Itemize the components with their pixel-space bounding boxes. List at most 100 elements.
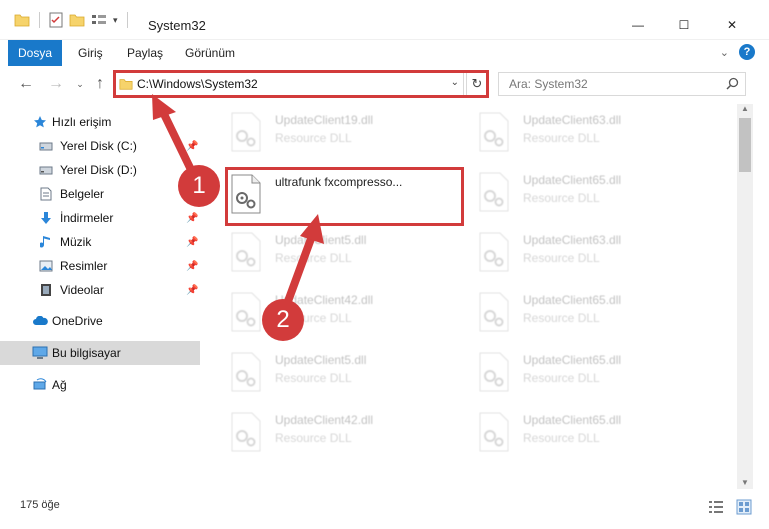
tab-file[interactable]: Dosya <box>8 40 62 66</box>
folder-icon[interactable] <box>14 13 30 27</box>
sidebar-item-label: Videolar <box>60 283 104 297</box>
file-type: Resource DLL <box>275 251 352 265</box>
properties-icon[interactable] <box>49 12 63 28</box>
details-view-icon[interactable] <box>708 500 724 514</box>
pictures-icon <box>38 258 54 274</box>
videos-icon <box>38 282 54 298</box>
view-options-icon[interactable] <box>91 13 107 27</box>
pin-icon[interactable]: 📌 <box>186 213 198 224</box>
pin-icon[interactable]: 📌 <box>186 285 198 296</box>
sidebar-item-downloads[interactable]: İndirmeler 📌 <box>0 206 200 230</box>
file-item[interactable]: UpdateClient19.dll Resource DLL <box>229 110 469 160</box>
file-type: Resource DLL <box>523 371 600 385</box>
music-icon <box>38 234 54 250</box>
file-type: Resource DLL <box>275 371 352 385</box>
toolbar-divider <box>39 12 40 28</box>
sidebar-item-this-pc[interactable]: Bu bilgisayar <box>0 341 200 365</box>
new-folder-icon[interactable] <box>69 13 85 27</box>
file-item[interactable]: UpdateClient63.dll Resource DLL <box>477 230 717 280</box>
sidebar-item-label: Bu bilgisayar <box>52 346 121 360</box>
file-item[interactable]: UpdateClient65.dll Resource DLL <box>477 290 717 340</box>
dll-file-icon <box>231 412 261 452</box>
sidebar-item-quick-access[interactable]: Hızlı erişim <box>0 110 200 134</box>
sidebar-item-onedrive[interactable]: OneDrive <box>0 309 200 333</box>
step-2-badge: 2 <box>262 299 304 341</box>
customize-toolbar-chevron-icon[interactable]: ▾ <box>113 15 118 26</box>
back-arrow-icon[interactable]: ← <box>16 74 36 94</box>
file-type: Resource DLL <box>275 131 352 145</box>
navigation-pane: Hızlı erişim Yerel Disk (C:) 📌 Yerel Dis… <box>0 104 205 489</box>
file-item[interactable]: UpdateClient5.dll Resource DLL <box>229 350 469 400</box>
dll-file-icon <box>479 412 509 452</box>
vertical-scrollbar[interactable]: ▲ ▼ <box>737 104 753 489</box>
search-input[interactable]: Ara: System32 <box>498 72 746 96</box>
file-name: UpdateClient63.dll <box>523 233 622 247</box>
sidebar-item-label: OneDrive <box>52 314 103 328</box>
minimize-button[interactable]: — <box>615 10 661 40</box>
pin-icon[interactable]: 📌 <box>186 261 198 272</box>
sidebar-item-label: Yerel Disk (C:) <box>60 139 137 153</box>
star-icon <box>32 114 48 130</box>
cloud-icon <box>32 313 48 329</box>
pin-icon[interactable]: 📌 <box>186 237 198 248</box>
toolbar-divider <box>126 12 128 28</box>
file-list: UpdateClient19.dll Resource DLL UpdateCl… <box>205 104 737 489</box>
large-icons-view-icon[interactable] <box>736 499 752 515</box>
sidebar-item-local-disk-d[interactable]: Yerel Disk (D:) <box>0 158 200 182</box>
sidebar-item-label: Resimler <box>60 259 108 273</box>
ribbon-controls: ⌄ ? <box>720 44 755 60</box>
sidebar-item-local-disk-c[interactable]: Yerel Disk (C:) 📌 <box>0 134 200 158</box>
file-type: Resource DLL <box>523 311 600 325</box>
forward-arrow-icon[interactable]: → <box>46 74 66 94</box>
sidebar-item-label: Belgeler <box>60 187 105 201</box>
file-name: UpdateClient63.dll <box>523 113 622 127</box>
file-name: UpdateClient65.dll <box>523 353 622 367</box>
quick-access-toolbar: ▾ <box>14 12 131 28</box>
sidebar-item-documents[interactable]: Belgeler <box>0 182 200 206</box>
ribbon-tabs: Dosya Giriş Paylaş Görünüm ⌄ ? <box>0 40 769 66</box>
file-item[interactable]: UpdateClient65.dll Resource DLL <box>477 170 717 220</box>
scroll-up-arrow-icon[interactable]: ▲ <box>741 104 749 113</box>
dll-file-icon <box>231 112 261 152</box>
pin-icon[interactable]: 📌 <box>186 141 198 152</box>
file-item[interactable]: UpdateClient42.dll Resource DLL <box>229 410 469 460</box>
file-item[interactable]: UpdateClient63.dll Resource DLL <box>477 110 717 160</box>
file-item[interactable]: UpdateClient65.dll Resource DLL <box>477 350 717 400</box>
scrollbar-thumb[interactable] <box>739 118 751 172</box>
item-count: 175 öğe <box>20 499 60 511</box>
tab-home[interactable]: Giriş <box>78 40 103 66</box>
sidebar-item-label: İndirmeler <box>60 211 114 225</box>
dll-file-icon <box>231 232 261 272</box>
file-item[interactable]: UpdateClient5.dll Resource DLL <box>229 230 469 280</box>
dll-file-icon <box>231 292 261 332</box>
tab-view[interactable]: Görünüm <box>185 40 235 66</box>
file-type: Resource DLL <box>523 251 600 265</box>
file-item[interactable]: UpdateClient65.dll Resource DLL <box>477 410 717 460</box>
up-arrow-icon[interactable]: ↑ <box>90 74 110 94</box>
expand-ribbon-chevron-icon[interactable]: ⌄ <box>720 46 729 59</box>
file-type: Resource DLL <box>523 431 600 445</box>
drive-icon <box>38 138 54 154</box>
maximize-button[interactable]: ☐ <box>661 10 707 40</box>
scroll-down-arrow-icon[interactable]: ▼ <box>741 478 749 487</box>
file-type: Resource DLL <box>523 191 600 205</box>
sidebar-item-music[interactable]: Müzik 📌 <box>0 230 200 254</box>
dll-file-icon <box>479 352 509 392</box>
sidebar-item-pictures[interactable]: Resimler 📌 <box>0 254 200 278</box>
tab-share[interactable]: Paylaş <box>127 40 163 66</box>
close-button[interactable]: ✕ <box>709 10 755 40</box>
dll-file-icon <box>479 112 509 152</box>
sidebar-item-label: Müzik <box>60 235 92 249</box>
recent-locations-chevron-icon[interactable]: ⌄ <box>70 74 90 94</box>
drive-icon <box>38 162 54 178</box>
help-icon[interactable]: ? <box>739 44 755 60</box>
sidebar-item-label: Yerel Disk (D:) <box>60 163 137 177</box>
file-name: UpdateClient5.dll <box>275 233 367 247</box>
sidebar-item-network[interactable]: Ağ <box>0 373 200 397</box>
title-bar: ▾ System32 — ☐ ✕ <box>0 0 769 40</box>
dll-file-icon <box>479 232 509 272</box>
window-title: System32 <box>148 18 206 33</box>
network-icon <box>32 377 48 393</box>
sidebar-item-videos[interactable]: Videolar 📌 <box>0 278 200 302</box>
file-type: Resource DLL <box>523 131 600 145</box>
